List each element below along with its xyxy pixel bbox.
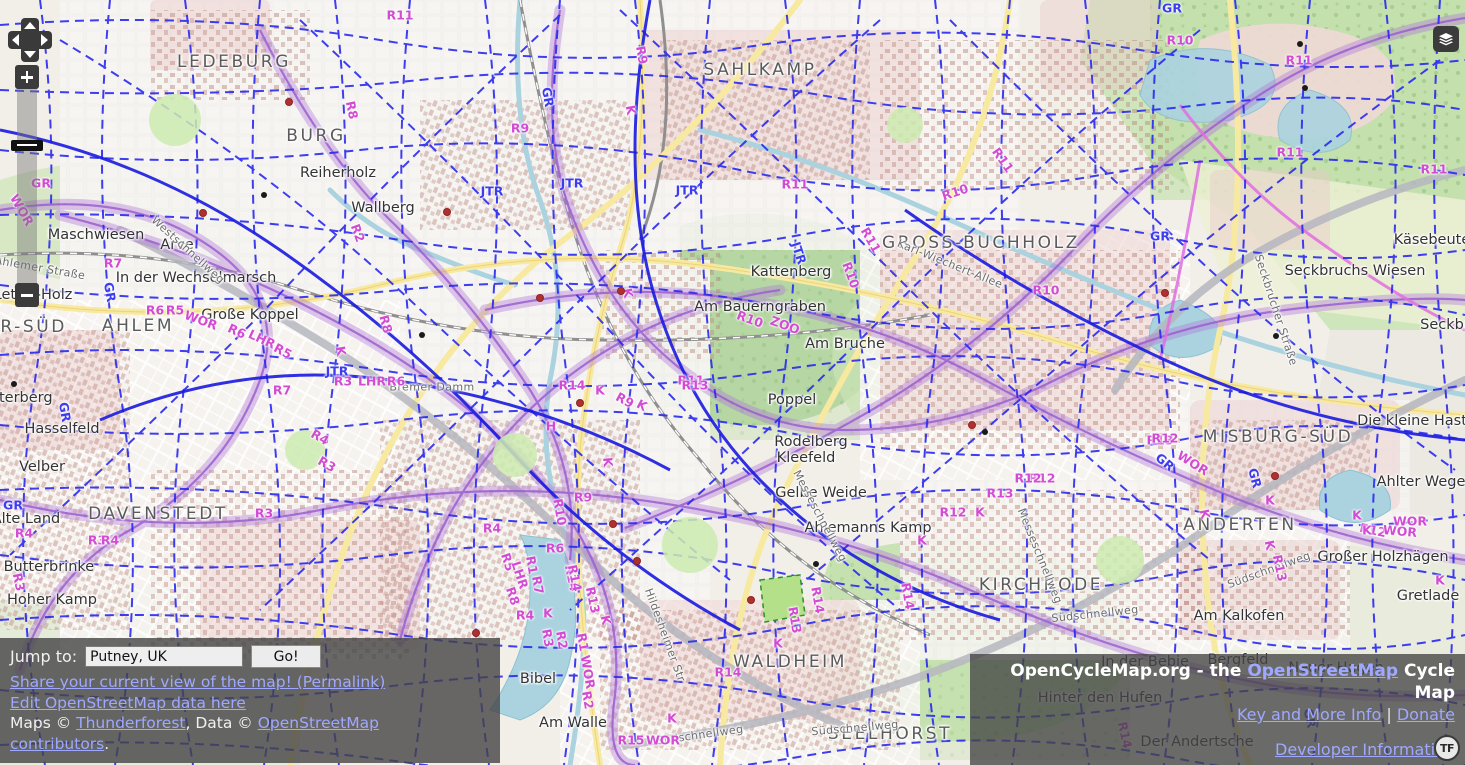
poi-marker[interactable] [443,208,451,216]
layers-icon[interactable] [1433,26,1459,52]
key-and-more-info-link[interactable]: Key and More Info [1237,705,1381,724]
search-input[interactable] [85,646,244,667]
jump-to-panel: Jump to: Go! Share your current view of … [0,638,500,763]
poi-marker[interactable] [1302,85,1308,91]
attribution-title: OpenCycleMap.org - the OpenStreetMap Cyc… [980,660,1455,704]
zoom-in-button[interactable] [15,65,39,89]
poi-marker[interactable] [982,429,988,435]
poi-marker[interactable] [617,287,625,295]
copyright-line: Maps © Thunderforest, Data © OpenStreetM… [10,713,490,754]
poi-marker[interactable] [472,629,480,637]
poi-marker[interactable] [813,561,819,567]
developer-info-row: Developer Information [980,740,1455,759]
poi-marker[interactable] [576,399,584,407]
poi-marker[interactable] [1273,333,1279,339]
pan-left-button[interactable] [9,33,23,47]
data-prefix: , Data © [185,714,258,732]
zoom-out-button[interactable] [15,283,39,307]
poi-marker[interactable] [968,421,976,429]
period: . [104,734,110,753]
pan-right-button[interactable] [37,33,51,47]
permalink-link[interactable]: Share your current view of the map! (Per… [10,672,490,693]
layers-stack-glyph [1439,33,1453,46]
pan-control[interactable] [8,18,52,62]
attribution-links: Key and More Info | Donate [980,704,1455,726]
poi-marker[interactable] [419,332,425,338]
opencyclemap-page: LEDEBURGSAHLKAMPBURGGROSS-BUCHHOLZAHLEME… [0,0,1465,765]
thunderforest-link[interactable]: Thunderforest [76,714,185,732]
attr-title-post: Cycle Map [1398,661,1455,703]
attr-title-pre: OpenCycleMap.org - the [1010,661,1248,681]
poi-marker[interactable] [1297,41,1303,47]
go-button[interactable]: Go! [251,645,322,668]
poi-marker[interactable] [285,98,293,106]
thunderforest-logo: TF [1434,735,1460,761]
edit-osm-link[interactable]: Edit OpenStreetMap data here [10,693,490,714]
openstreetmap-link[interactable]: OpenStreetMap [258,714,379,732]
jump-to-row: Jump to: Go! [10,645,490,668]
developer-information-link[interactable]: Developer Information [1275,740,1455,759]
poi-marker[interactable] [1271,472,1279,480]
poi-marker[interactable] [536,294,544,302]
zoom-slider-track[interactable] [17,88,37,288]
poi-marker[interactable] [609,520,617,528]
donate-link[interactable]: Donate [1397,705,1455,724]
contributors-link[interactable]: contributors [10,735,104,753]
poi-marker[interactable] [11,381,17,387]
link-separator: | [1381,705,1397,724]
poi-marker[interactable] [747,596,755,604]
jump-to-label: Jump to: [10,647,78,666]
poi-marker[interactable] [1161,289,1169,297]
pan-up-button[interactable] [23,19,37,33]
poi-marker[interactable] [633,557,641,565]
pan-down-button[interactable] [23,47,37,61]
osm-link[interactable]: OpenStreetMap [1247,661,1398,681]
poi-marker[interactable] [199,209,207,217]
maps-prefix: Maps © [10,714,77,732]
poi-marker[interactable] [261,192,267,198]
zoom-slider-handle[interactable] [11,140,43,151]
attribution-panel: OpenCycleMap.org - the OpenStreetMap Cyc… [970,654,1465,765]
